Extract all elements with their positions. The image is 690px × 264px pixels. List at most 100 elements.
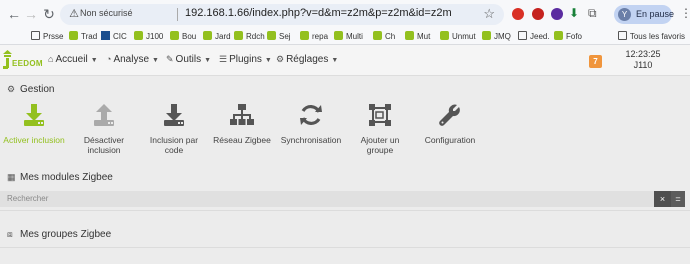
forward-button[interactable]: → [22, 5, 40, 23]
bookmark-label: Unmut [452, 32, 476, 41]
bookmark-item[interactable]: J100 [134, 30, 163, 43]
bookmark-item[interactable]: CIC [101, 30, 127, 43]
back-button[interactable]: ← [5, 5, 23, 23]
shield-extension-icon[interactable] [512, 8, 524, 20]
security-label[interactable]: Non sécurisé [80, 8, 133, 18]
menu-outils-label: Outils [175, 54, 202, 65]
star-icon[interactable]: ☆ [483, 6, 495, 22]
tile-synchronisation[interactable]: Synchronisation [280, 103, 342, 145]
bookmark-item[interactable]: repa [300, 30, 328, 43]
tile-inclusion-par-code[interactable]: Inclusion par code [140, 103, 208, 155]
tile-label: Désactiver inclusion [83, 135, 125, 155]
cog-icon: ⚙ [7, 84, 16, 94]
tile-label: Activer inclusion [3, 135, 65, 145]
jeedom-icon [405, 31, 414, 40]
caret-down-icon: ▼ [331, 57, 339, 64]
caret-down-icon: ▼ [264, 57, 272, 64]
bookmark-item[interactable]: Sej [267, 30, 291, 43]
notification-badge[interactable]: 7 [589, 55, 602, 68]
tile-activer-inclusion[interactable]: Activer inclusion [2, 103, 66, 145]
bookmark-item[interactable]: Multi [334, 30, 363, 43]
tile-reseau-zigbee[interactable]: Réseau Zigbee [212, 103, 272, 145]
menu-reglages[interactable]: ⚙ Réglages ▼ [276, 54, 338, 65]
bank-icon [101, 31, 110, 40]
bookmark-item[interactable]: JMQ [482, 30, 511, 43]
toggle-display-button[interactable]: = [671, 191, 685, 207]
bookmark-label: Prsse [43, 32, 64, 41]
bookmark-item[interactable]: Fofo [554, 30, 582, 43]
menu-accueil[interactable]: ⌂ Accueil ▼ [48, 54, 98, 65]
bookmark-item[interactable]: Ch [373, 30, 395, 43]
bookmark-label: repa [312, 32, 329, 41]
jeedom-logo-icon[interactable] [3, 50, 12, 72]
tile-label: Configuration [424, 135, 476, 145]
bookmark-label: Fofo [566, 32, 583, 41]
all-bookmarks[interactable]: Tous les favoris [617, 30, 685, 43]
warning-icon[interactable]: ⚠ [67, 7, 81, 21]
tile-configuration[interactable]: Configuration [420, 103, 480, 145]
tile-desactiver-inclusion[interactable]: Désactiver inclusion [75, 103, 133, 155]
folder-icon [31, 31, 40, 40]
jeedom-icon [334, 31, 343, 40]
menu-plugins[interactable]: ☰ Plugins ▼ [219, 54, 272, 65]
jeedom-icon [203, 31, 212, 40]
pocket-extension-icon[interactable] [532, 8, 544, 20]
bookmark-item[interactable]: Trad [69, 30, 97, 43]
omnibox-separator [177, 8, 178, 21]
bookmark-item[interactable]: Jeed. [518, 30, 550, 43]
bookmark-item[interactable]: Bou [170, 30, 196, 43]
bookmark-label: Bou [182, 32, 197, 41]
tile-ajouter-un-groupe[interactable]: Ajouter un groupe [348, 103, 412, 155]
caret-down-icon: ▼ [90, 57, 98, 64]
download-extension-icon[interactable]: ⬇ [569, 7, 579, 19]
bookmark-item[interactable]: Unmut [440, 30, 476, 43]
jeedom-icon [134, 31, 143, 40]
reset-search-button[interactable]: × [654, 191, 671, 207]
modules-title-text: Mes modules Zigbee [20, 172, 113, 183]
bookmark-item[interactable]: Jard [203, 30, 231, 43]
bookmark-label: Multi [346, 32, 363, 41]
gestion-title-text: Gestion [20, 84, 55, 95]
jeedom-icon [170, 31, 179, 40]
clock-host: J110 [633, 60, 653, 70]
sitemap-icon [230, 104, 254, 125]
gestion-title: ⚙ Gestion [7, 84, 54, 95]
menu-plugins-label: Plugins [229, 54, 262, 65]
extensions-puzzle-icon[interactable]: ⧉ [588, 6, 602, 20]
download-icon [24, 104, 44, 126]
jeedom-navbar: EEDOM ⌂ Accueil ▼ ◔ Analyse ▼ ✎ Outils ▼ ☰ Plug… [0, 45, 690, 76]
jeedom-icon [300, 31, 309, 40]
modules-title: ▦ Mes modules Zigbee [7, 172, 113, 183]
menu-outils[interactable]: ✎ Outils ▼ [166, 54, 211, 65]
jeedom-icon [373, 31, 382, 40]
browser-menu-icon[interactable]: ⋮ [680, 6, 690, 20]
search-input[interactable]: Rechercher [0, 191, 654, 207]
profile-button[interactable]: Y En pause [614, 5, 674, 24]
jeedom-icon [482, 31, 491, 40]
reload-button[interactable]: ↻ [40, 5, 58, 23]
bookmark-label: Jard [215, 32, 231, 41]
divider [0, 210, 690, 211]
menu-reglages-label: Réglages [286, 54, 329, 65]
clock-time: 12:23:25 [625, 49, 661, 59]
bookmark-label: Mut [417, 32, 431, 41]
bookmark-label: Rdch [246, 32, 265, 41]
address-bar[interactable]: ⚠ Non sécurisé 192.168.1.66/index.php?v=… [60, 4, 504, 25]
upload-icon [94, 104, 114, 126]
bookmarks-bar: Prsse Trad CIC J100 Bou Jard Rdch Sej repa Multi C… [0, 28, 690, 45]
browser-toolbar: ← → ↻ ⚠ Non sécurisé 192.168.1.66/index.… [0, 0, 690, 28]
bookmark-item[interactable]: Prsse [31, 30, 63, 43]
clock: 12:23:25 J110 [619, 49, 667, 71]
bookmark-item[interactable]: Mut [405, 30, 430, 43]
tile-label: Synchronisation [280, 135, 342, 145]
bookmark-item[interactable]: Rdch [234, 30, 265, 43]
logo-text[interactable]: EEDOM [12, 59, 43, 68]
url-text[interactable]: 192.168.1.66/index.php?v=d&m=z2m&p=z2m&i… [185, 7, 452, 19]
folder-icon [518, 31, 527, 40]
jeedom-icon [234, 31, 243, 40]
sync-icon [300, 105, 322, 125]
tachometer-icon: ◔ [106, 54, 112, 64]
proton-extension-icon[interactable] [551, 8, 563, 20]
menu-analyse[interactable]: ◔ Analyse ▼ [106, 54, 159, 65]
wrench-icon: ✎ [166, 54, 174, 64]
